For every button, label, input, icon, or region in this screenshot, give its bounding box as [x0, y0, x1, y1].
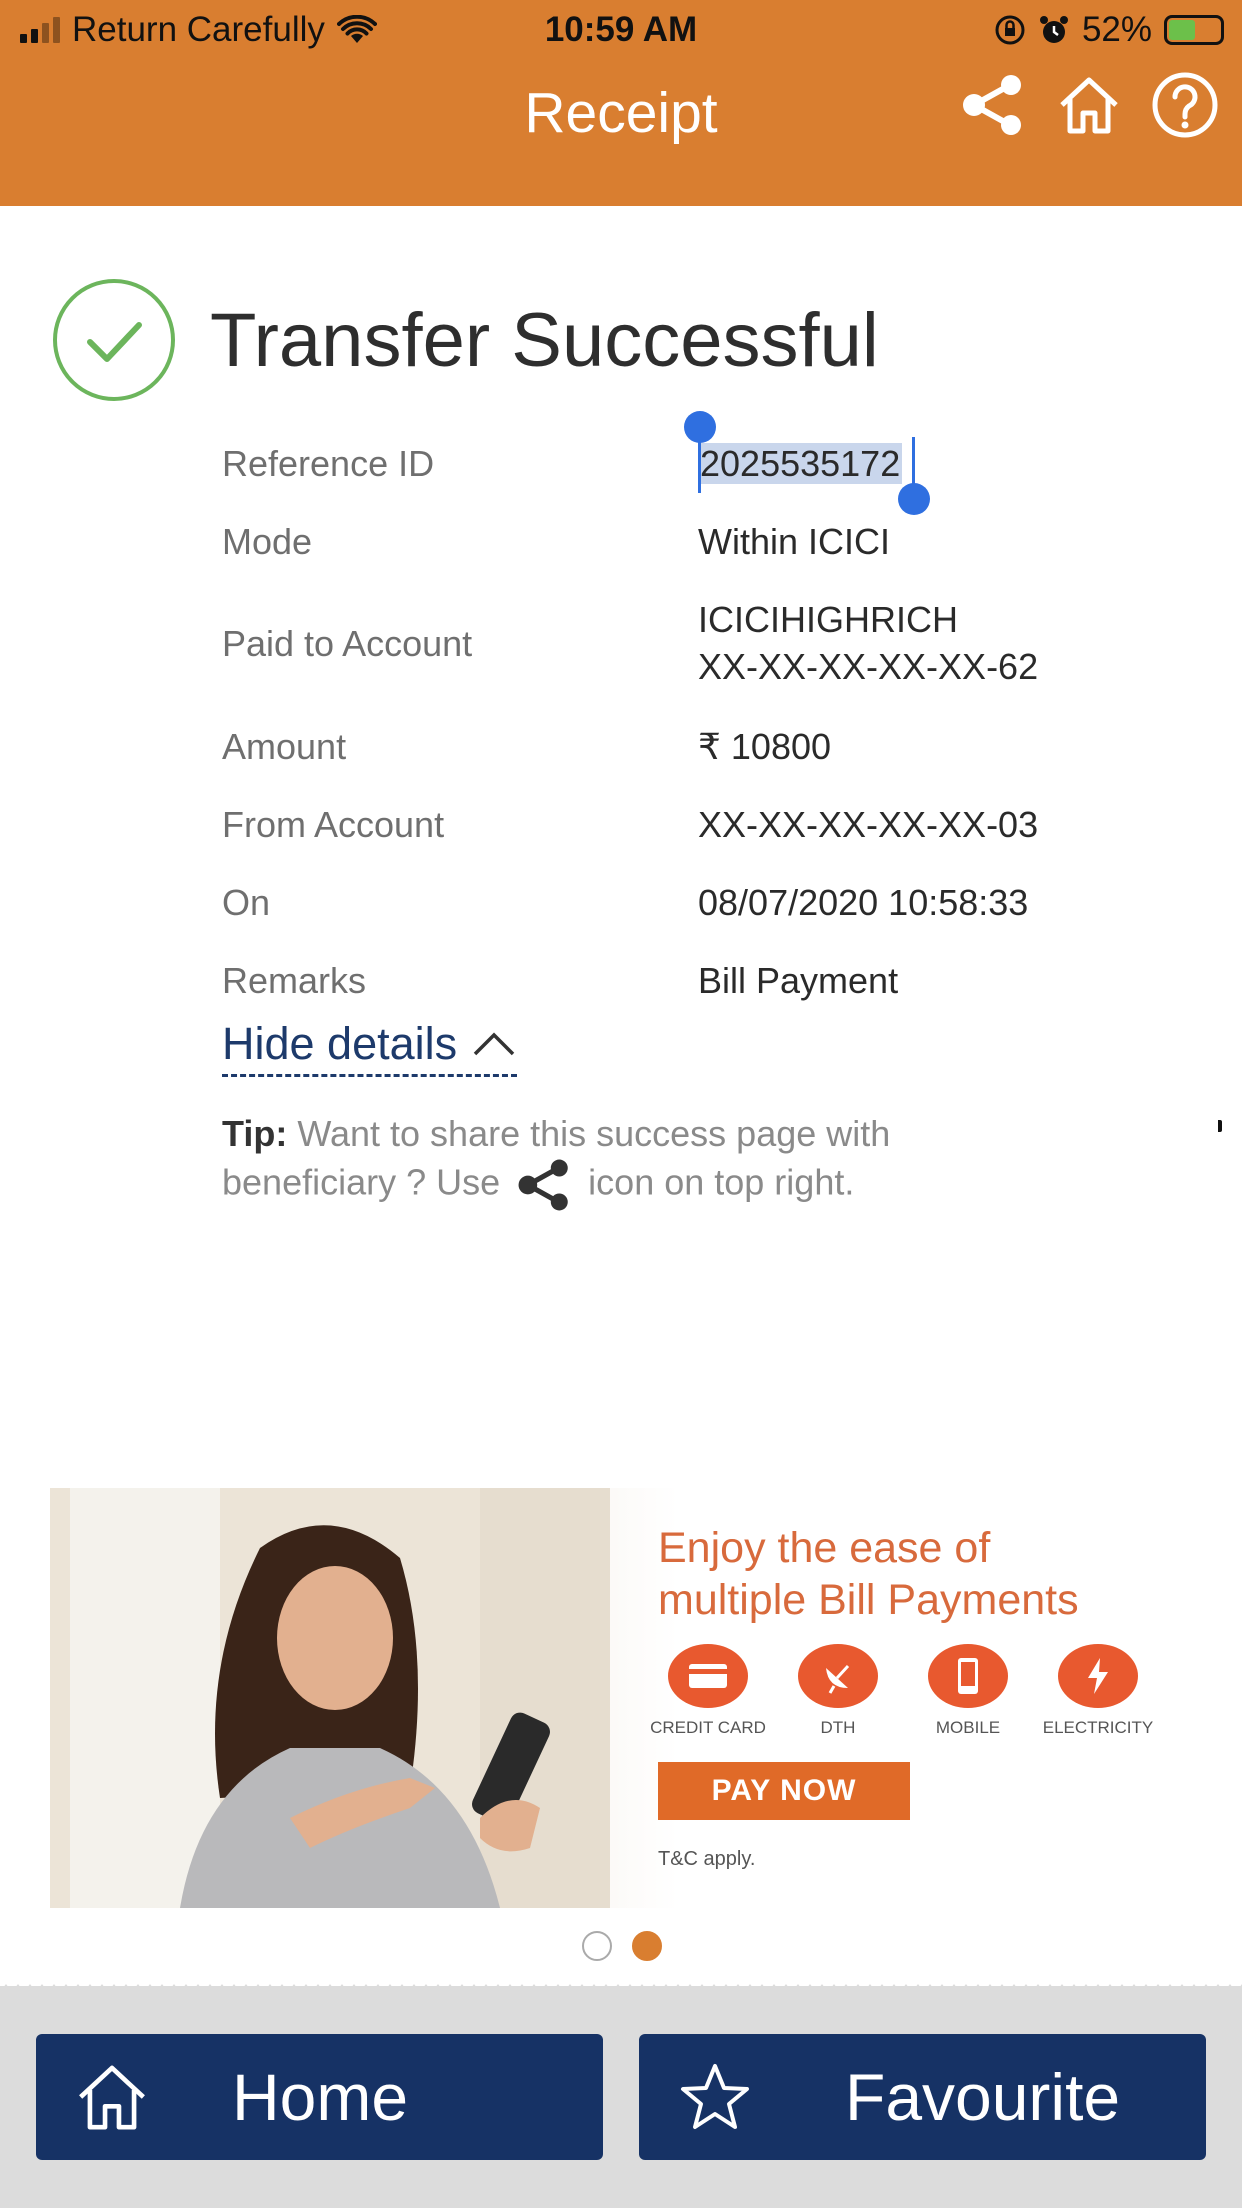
carousel-dot-1[interactable]: [582, 1931, 612, 1961]
bill-category-list: CREDIT CARD DTH MOBILE ELECTRICITY: [650, 1644, 1153, 1738]
detail-row-paid-to: Paid to Account ICICIHIGHRICH XX-XX-XX-X…: [222, 596, 1038, 692]
bill-payment-promo-banner[interactable]: Enjoy the ease of multiple Bill Payments…: [50, 1488, 1192, 1908]
app-header: Return Carefully 10:59 AM 52% Receipt: [0, 0, 1242, 1132]
bill-label-credit-card: CREDIT CARD: [650, 1718, 766, 1737]
mobile-icon: [928, 1644, 1008, 1708]
home-icon: [72, 2057, 152, 2137]
promo-line-2: multiple Bill Payments: [658, 1576, 1079, 1624]
footer-zigzag-edge: [0, 1984, 1242, 1992]
paid-to-account: XX-XX-XX-XX-XX-62: [698, 646, 1039, 687]
star-icon: [675, 2057, 755, 2137]
detail-row-date: On 08/07/2020 10:58:33: [222, 877, 1028, 929]
selection-start-line: [698, 436, 701, 493]
date-label: On: [222, 882, 271, 923]
amount-value: ₹ 10800: [698, 725, 832, 767]
bill-category-mobile: MOBILE: [918, 1644, 1018, 1738]
promo-line-1: Enjoy the ease of: [658, 1524, 991, 1572]
satellite-dish-icon: [798, 1644, 878, 1708]
paid-to-name: ICICIHIGHRICH: [698, 599, 958, 641]
hide-details-label: Hide details: [222, 1018, 458, 1069]
alarm-icon: [1039, 16, 1068, 43]
amount-label: Amount: [222, 726, 347, 767]
bill-category-credit-card: CREDIT CARD: [650, 1644, 766, 1738]
detail-row-mode: Mode Within ICICI: [222, 516, 890, 568]
chevron-up-icon: [473, 1032, 515, 1056]
home-icon[interactable]: [1054, 70, 1124, 140]
share-tip: Tip: Want to share this success page wit…: [222, 1110, 1002, 1212]
remarks-label: Remarks: [222, 960, 367, 1001]
reference-label: Reference ID: [222, 443, 435, 484]
bill-label-mobile: MOBILE: [935, 1718, 1001, 1737]
home-button-label: Home: [232, 2060, 409, 2134]
from-account-label: From Account: [222, 804, 445, 845]
pay-now-button[interactable]: PAY NOW: [658, 1762, 910, 1820]
bill-category-electricity: ELECTRICITY: [1043, 1644, 1153, 1738]
woman-with-phone-photo: [50, 1488, 610, 1908]
selection-end-handle[interactable]: [898, 482, 930, 515]
share-icon: [518, 1159, 568, 1211]
from-account-value: XX-XX-XX-XX-XX-03: [698, 803, 1039, 845]
favourite-button-label: Favourite: [845, 2060, 1121, 2134]
tip-text-after: icon on top right.: [588, 1161, 855, 1203]
carousel-dot-2[interactable]: [632, 1931, 662, 1961]
carousel-indicator: [582, 1931, 662, 1961]
battery-percent: 52%: [1081, 10, 1152, 49]
battery-icon: [1164, 15, 1224, 1132]
credit-card-icon: [668, 1644, 748, 1708]
mode-value: Within ICICI: [698, 520, 891, 562]
favourite-button[interactable]: Favourite: [639, 2034, 1206, 2160]
date-value: 08/07/2020 10:58:33: [698, 881, 1029, 923]
detail-row-from-account: From Account XX-XX-XX-XX-XX-03: [222, 799, 1038, 851]
success-banner: Transfer Successful: [52, 278, 879, 402]
promo-headline: Enjoy the ease of multiple Bill Payments: [658, 1522, 1079, 1626]
success-title: Transfer Successful: [210, 297, 879, 383]
mode-label: Mode: [222, 521, 313, 562]
paid-to-label: Paid to Account: [222, 623, 473, 664]
home-button[interactable]: Home: [36, 2034, 603, 2160]
bill-category-dth: DTH: [788, 1644, 888, 1738]
bill-label-electricity: ELECTRICITY: [1042, 1718, 1154, 1737]
detail-row-remarks: Remarks Bill Payment: [222, 955, 898, 1007]
check-circle-icon: [53, 279, 175, 401]
hide-details-link[interactable]: Hide details: [222, 1018, 518, 1077]
lightning-icon: [1058, 1644, 1138, 1708]
detail-row-amount: Amount ₹ 10800: [222, 721, 831, 773]
header-zigzag-edge: [0, 206, 1242, 220]
share-icon[interactable]: [958, 70, 1028, 140]
help-icon[interactable]: [1150, 70, 1220, 140]
detail-row-reference: Reference ID 2025535172: [222, 410, 930, 515]
reference-value[interactable]: 2025535172: [698, 442, 903, 484]
bill-label-dth: DTH: [820, 1718, 856, 1737]
tnc-text: T&C apply.: [658, 1848, 756, 1870]
remarks-value: Bill Payment: [698, 959, 899, 1001]
orientation-lock-icon: [995, 15, 1025, 45]
tip-label: Tip:: [222, 1113, 288, 1154]
status-bar: Return Carefully 10:59 AM 52%: [0, 0, 1242, 1132]
